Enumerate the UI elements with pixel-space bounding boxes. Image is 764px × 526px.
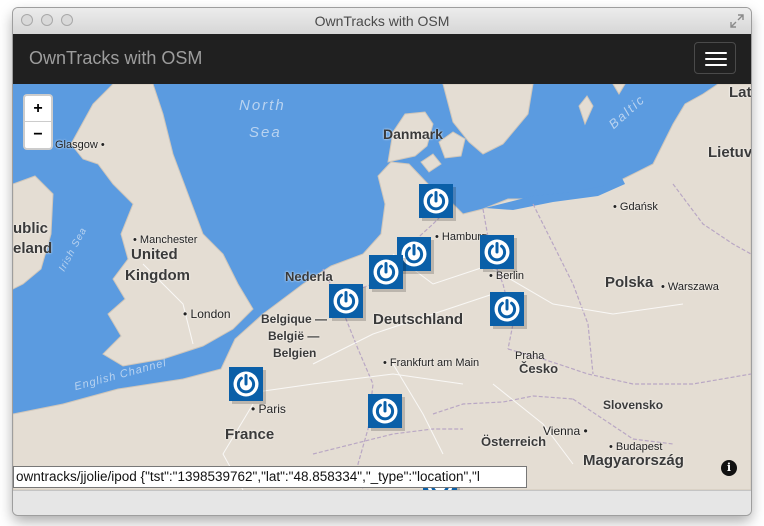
country-label-osterreich: Österreich [481, 434, 547, 449]
window-bottom-bar [13, 490, 751, 515]
country-label-belgien: Belgien [273, 346, 317, 360]
location-marker[interactable] [369, 255, 403, 289]
country-label-belgique: Belgique — [261, 312, 328, 326]
country-label-cesko: Česko [519, 361, 559, 376]
city-label-praha: Praha [515, 350, 545, 362]
city-label-glasgow: Glasgow • [55, 139, 105, 151]
navbar-brand[interactable]: OwnTracks with OSM [29, 48, 202, 69]
window-title: OwnTracks with OSM [314, 13, 450, 29]
city-label-frankfurt: • Frankfurt am Main [383, 357, 480, 369]
hamburger-icon [705, 52, 727, 54]
country-label-latvia: Lat [729, 84, 751, 101]
menu-toggle-button[interactable] [694, 42, 736, 74]
location-marker[interactable] [490, 292, 524, 326]
country-label-magyarorszag: Magyarország [583, 452, 684, 469]
location-marker[interactable] [329, 284, 363, 318]
owntracks-power-icon [372, 398, 398, 424]
city-label-paris: • Paris [251, 402, 286, 416]
city-label-berlin: • Berlin [489, 270, 525, 282]
app-window: OwnTracks with OSM OwnTracks with OSM No… [13, 8, 751, 515]
location-marker[interactable] [480, 235, 514, 269]
city-label-warszawa: • Warszawa [661, 281, 719, 293]
fullscreen-icon[interactable] [729, 13, 745, 29]
location-marker[interactable] [419, 184, 453, 218]
owntracks-power-icon [333, 288, 359, 314]
owntracks-power-icon [373, 259, 399, 285]
window-titlebar: OwnTracks with OSM [13, 8, 751, 35]
owntracks-power-icon [233, 371, 259, 397]
country-label-lietuva: Lietuv [708, 144, 751, 161]
country-label-belgie: België — [268, 329, 320, 343]
country-label-slovensko: Slovensko [603, 398, 664, 412]
owntracks-power-icon [494, 296, 520, 322]
country-label-danmark: Danmark [383, 126, 443, 142]
app-navbar: OwnTracks with OSM [13, 34, 751, 84]
location-marker[interactable] [368, 394, 402, 428]
country-label-deutschland: Deutschland [373, 311, 464, 328]
city-label-manchester: • Manchester [133, 234, 198, 246]
country-label-united: United [131, 246, 178, 263]
sea-label-sea: Sea [249, 124, 282, 141]
country-label-eland: eland [13, 240, 53, 257]
sea-label-north: North [239, 97, 286, 114]
country-label-france: France [225, 426, 275, 443]
city-label-budapest: • Budapest [609, 441, 663, 453]
city-label-london: • London [183, 307, 231, 321]
zoom-in-button[interactable]: + [25, 96, 51, 122]
owntracks-power-icon [484, 239, 510, 265]
info-icon[interactable]: i [721, 460, 737, 476]
map-view[interactable]: North Sea Baltic Irish Sea English Chann… [13, 84, 751, 490]
country-label-polska: Polska [605, 274, 654, 291]
zoom-out-button[interactable]: − [25, 122, 51, 148]
city-label-vienna: Vienna • [543, 424, 588, 438]
status-message: owntracks/jjolie/ipod {"tst":"1398539762… [13, 466, 527, 488]
zoom-control: + − [23, 94, 53, 150]
country-label-kingdom: Kingdom [125, 267, 190, 284]
country-label-nederland: Nederla [285, 269, 333, 284]
owntracks-power-icon [423, 188, 449, 214]
country-label-ublic: ublic [13, 220, 49, 237]
location-marker[interactable] [229, 367, 263, 401]
city-label-gdansk: • Gdańsk [613, 201, 658, 213]
